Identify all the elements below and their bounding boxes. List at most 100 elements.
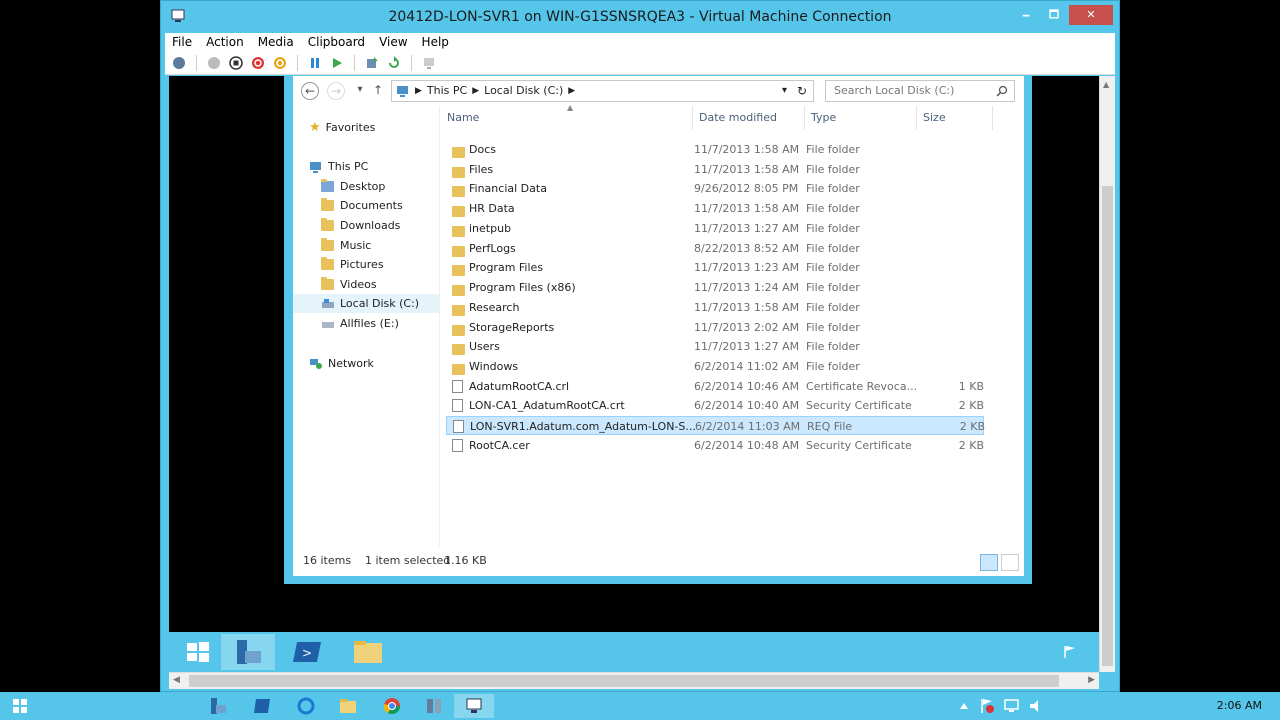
- turn-off-icon[interactable]: [228, 55, 244, 71]
- forward-button[interactable]: →: [327, 82, 345, 100]
- vm-horizontal-scrollbar[interactable]: ◀ ▶: [169, 672, 1099, 689]
- column-date-modified[interactable]: Date modified: [693, 106, 805, 130]
- address-bar[interactable]: ▶ This PC ▶ Local Disk (C:) ▶ ▾ ↻: [391, 80, 814, 102]
- revert-icon[interactable]: [386, 55, 402, 71]
- vm-horizontal-scroll-thumb[interactable]: [189, 675, 1059, 687]
- file-date-modified: 6/2/2014 10:48 AM: [694, 438, 800, 452]
- file-name: Program Files (x86): [469, 281, 576, 295]
- host-hyperv-manager-button[interactable]: [414, 694, 454, 718]
- host-powershell-button[interactable]: [242, 694, 282, 718]
- table-row[interactable]: StorageReports 11/7/2013 2:02 AM File fold…: [446, 318, 984, 337]
- breadcrumb-local-disk[interactable]: Local Disk (C:): [484, 81, 563, 101]
- file-date-modified: 11/7/2013 1:58 AM: [694, 162, 800, 176]
- table-row[interactable]: PerfLogs 8/22/2013 8:52 AM File folder: [446, 239, 984, 258]
- notification-flag-icon[interactable]: [1063, 644, 1077, 663]
- start-icon[interactable]: [206, 55, 222, 71]
- nav-downloads[interactable]: Downloads: [293, 216, 439, 235]
- network-tray-icon[interactable]: [1004, 698, 1020, 718]
- file-name: AdatumRootCA.crl: [469, 379, 570, 393]
- file-size: 2 KB: [958, 438, 984, 452]
- column-size[interactable]: Size: [917, 106, 993, 130]
- table-row[interactable]: inetpub 11/7/2013 1:27 AM File folder: [446, 219, 984, 238]
- menu-view[interactable]: View: [372, 33, 414, 51]
- host-start-button[interactable]: [0, 694, 40, 718]
- file-list: Name ▲ Date modified Type Size Docs 11/7/…: [441, 103, 1024, 546]
- action-center-flag-icon[interactable]: [980, 698, 994, 718]
- toolbar-separator: [411, 54, 412, 71]
- nav-this-pc[interactable]: This PC: [293, 157, 439, 176]
- table-row[interactable]: Windows 6/2/2014 11:02 AM File folder: [446, 357, 984, 376]
- back-button[interactable]: ←: [301, 82, 319, 100]
- table-row[interactable]: LON-CA1_AdatumRootCA.crt 6/2/2014 10:40 A…: [446, 396, 984, 415]
- vm-display[interactable]: ← → ▾ ↑ ▶ This PC ▶ Local Disk (C:) ▶ ▾: [169, 76, 1099, 672]
- large-icons-view-button[interactable]: [1001, 554, 1019, 571]
- table-row[interactable]: Financial Data 9/26/2012 8:05 PM File fold…: [446, 179, 984, 198]
- column-type[interactable]: Type: [805, 106, 917, 130]
- file-name: RootCA.cer: [469, 438, 530, 452]
- enhanced-session-icon[interactable]: [421, 55, 437, 71]
- tray-arrow-icon[interactable]: [958, 698, 970, 717]
- table-row[interactable]: LON-SVR1.Adatum.com_Adatum-LON-S... 6/2/2…: [446, 416, 985, 436]
- vm-file-explorer-button[interactable]: [341, 634, 395, 670]
- nav-documents[interactable]: Documents: [293, 196, 439, 215]
- nav-favorites-label: Favorites: [325, 121, 376, 134]
- minimize-button[interactable]: 🗕: [1013, 5, 1039, 25]
- table-row[interactable]: Research 11/7/2013 1:58 AM File folder: [446, 298, 984, 317]
- table-row[interactable]: Files 11/7/2013 1:58 AM File folder: [446, 160, 984, 179]
- menu-file[interactable]: File: [165, 33, 199, 51]
- details-view-button[interactable]: [980, 554, 998, 571]
- menu-media[interactable]: Media: [251, 33, 301, 51]
- nav-music[interactable]: Music: [293, 236, 439, 255]
- scroll-left-icon[interactable]: ◀: [173, 675, 180, 685]
- clock[interactable]: 2:06 AM: [1217, 692, 1262, 720]
- file-type: File folder: [806, 202, 860, 216]
- nav-local-disk[interactable]: Local Disk (C:): [293, 294, 439, 313]
- vm-vertical-scroll-thumb[interactable]: [1102, 186, 1113, 666]
- menu-clipboard[interactable]: Clipboard: [301, 33, 372, 51]
- nav-allfiles[interactable]: Allfiles (E:): [293, 314, 439, 333]
- shutdown-icon[interactable]: [250, 55, 266, 71]
- toolbar-separator: [354, 54, 355, 71]
- scroll-up-icon[interactable]: ▲: [1103, 80, 1109, 89]
- nav-favorites[interactable]: ★ Favorites: [293, 118, 439, 137]
- ctrl-alt-del-icon[interactable]: [171, 55, 187, 71]
- table-row[interactable]: RootCA.cer 6/2/2014 10:48 AM Security Cert…: [446, 436, 984, 455]
- address-dropdown-icon[interactable]: ▾: [782, 81, 787, 101]
- host-vm-connection-button[interactable]: [454, 694, 494, 718]
- vm-vertical-scrollbar[interactable]: ▲: [1099, 76, 1115, 672]
- vm-start-button[interactable]: [171, 634, 225, 670]
- nav-pictures[interactable]: Pictures: [293, 255, 439, 274]
- volume-icon[interactable]: [1028, 698, 1044, 718]
- close-button[interactable]: ✕: [1069, 5, 1113, 25]
- search-input[interactable]: Search Local Disk (C:): [825, 80, 1015, 102]
- dropdown-recent-icon[interactable]: ▾: [351, 82, 369, 100]
- vm-server-manager-button[interactable]: [221, 634, 275, 670]
- pause-icon[interactable]: [307, 55, 323, 71]
- scroll-right-icon[interactable]: ▶: [1088, 675, 1095, 685]
- up-button[interactable]: ↑: [369, 82, 387, 100]
- host-server-manager-button[interactable]: [198, 694, 238, 718]
- resume-icon[interactable]: [329, 55, 345, 71]
- menu-help[interactable]: Help: [415, 33, 456, 51]
- vm-powershell-button[interactable]: >: [281, 634, 335, 670]
- nav-network[interactable]: Network: [293, 354, 439, 373]
- checkpoint-icon[interactable]: [364, 55, 380, 71]
- file-type: File folder: [806, 241, 860, 255]
- search-icon[interactable]: [996, 85, 1008, 97]
- table-row[interactable]: HR Data 11/7/2013 1:58 AM File folder: [446, 199, 984, 218]
- host-chrome-button[interactable]: [372, 694, 412, 718]
- menu-action[interactable]: Action: [199, 33, 251, 51]
- maximize-button[interactable]: 🗖: [1041, 5, 1067, 25]
- table-row[interactable]: Program Files 11/7/2013 1:23 AM File folde…: [446, 258, 984, 277]
- save-state-icon[interactable]: [272, 55, 288, 71]
- table-row[interactable]: AdatumRootCA.crl 6/2/2014 10:46 AM Certifi…: [446, 377, 984, 396]
- table-row[interactable]: Users 11/7/2013 1:27 AM File folder: [446, 337, 984, 356]
- nav-videos[interactable]: Videos: [293, 275, 439, 294]
- table-row[interactable]: Docs 11/7/2013 1:58 AM File folder: [446, 140, 984, 159]
- host-internet-explorer-button[interactable]: [286, 694, 326, 718]
- host-file-explorer-button[interactable]: [328, 694, 368, 718]
- table-row[interactable]: Program Files (x86) 11/7/2013 1:24 AM File…: [446, 278, 984, 297]
- refresh-icon[interactable]: ↻: [797, 81, 807, 101]
- nav-desktop[interactable]: Desktop: [293, 177, 439, 196]
- breadcrumb-this-pc[interactable]: This PC: [427, 81, 467, 101]
